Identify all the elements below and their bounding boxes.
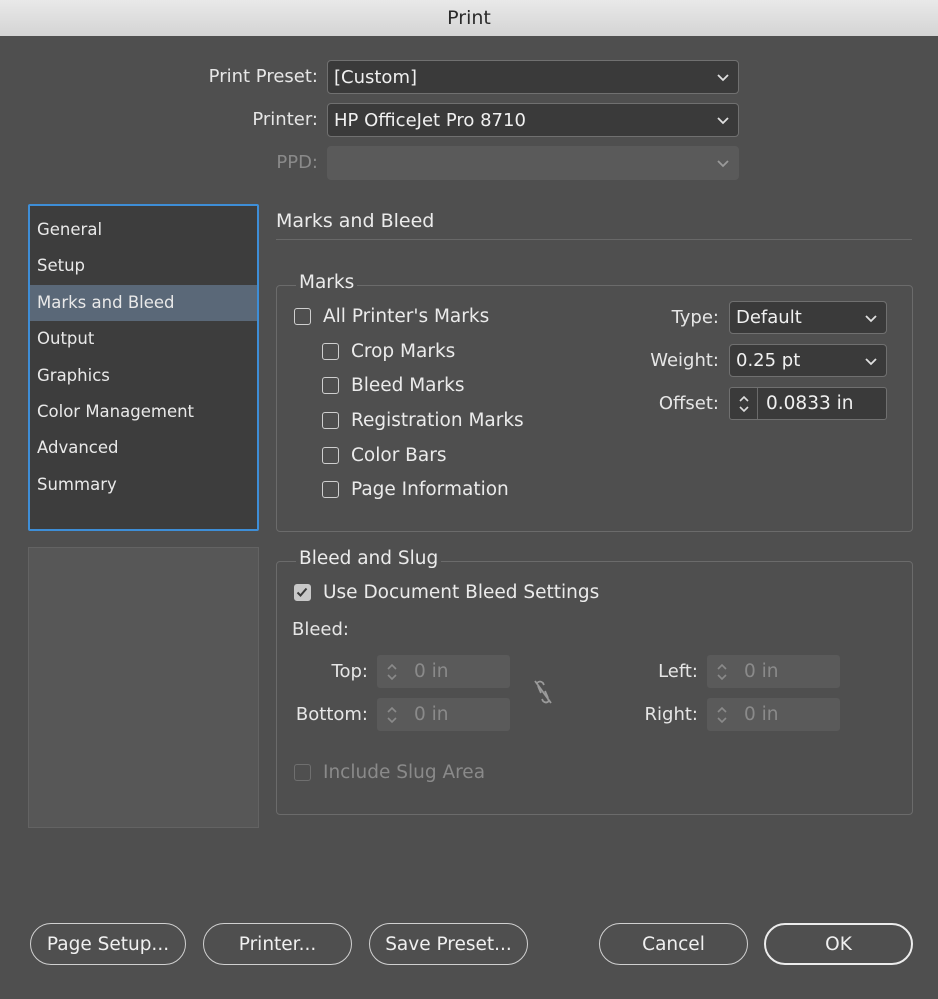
- page-setup-button[interactable]: Page Setup...: [30, 923, 186, 965]
- bottom-bleed-value: 0 in: [414, 704, 449, 725]
- printer-label: Printer:: [252, 109, 318, 130]
- sidebar-item-graphics[interactable]: Graphics: [30, 358, 257, 394]
- ppd-select: [327, 146, 739, 180]
- category-list: General Setup Marks and Bleed Output Gra…: [28, 204, 259, 531]
- checkbox-box: [294, 764, 311, 781]
- ok-button[interactable]: OK: [764, 923, 913, 965]
- right-bleed-value: 0 in: [744, 704, 779, 725]
- checkbox-box: [322, 343, 339, 360]
- bottom-bleed-stepper: 0 in: [377, 698, 510, 731]
- checkmark-icon: [296, 587, 308, 597]
- chevron-down-icon: [865, 314, 877, 322]
- sidebar-item-advanced[interactable]: Advanced: [30, 430, 257, 466]
- offset-value: 0.0833 in: [766, 393, 854, 414]
- marks-group-title: Marks: [296, 272, 358, 293]
- broken-link-icon: [534, 680, 552, 704]
- top-bleed-stepper: 0 in: [377, 655, 510, 688]
- title-bar: Print: [0, 0, 938, 37]
- bleed-label: Bleed:: [292, 619, 349, 640]
- print-preset-select[interactable]: [Custom]: [327, 60, 739, 94]
- type-value: Default: [736, 307, 802, 328]
- sidebar-item-summary[interactable]: Summary: [30, 467, 257, 503]
- checkbox-box: [294, 308, 311, 325]
- crop-marks-checkbox[interactable]: Crop Marks: [322, 341, 455, 362]
- save-preset-button[interactable]: Save Preset...: [369, 923, 528, 965]
- include-slug-label: Include Slug Area: [323, 762, 486, 783]
- left-bleed-value: 0 in: [744, 661, 779, 682]
- page-preview: [28, 547, 259, 828]
- chevron-down-icon: [717, 74, 729, 82]
- printer-select[interactable]: HP OfficeJet Pro 8710: [327, 103, 739, 137]
- all-printers-marks-checkbox[interactable]: All Printer's Marks: [294, 306, 489, 327]
- up-down-arrows-icon: [708, 699, 736, 730]
- crop-marks-label: Crop Marks: [351, 341, 456, 362]
- top-bleed-value: 0 in: [414, 661, 449, 682]
- panel-title: Marks and Bleed: [276, 210, 435, 232]
- checkbox-box: [322, 412, 339, 429]
- type-select[interactable]: Default: [729, 301, 887, 334]
- registration-marks-label: Registration Marks: [351, 410, 524, 431]
- print-preset-label: Print Preset:: [208, 66, 318, 87]
- weight-select[interactable]: 0.25 pt: [729, 344, 887, 377]
- use-document-bleed-label: Use Document Bleed Settings: [323, 582, 600, 603]
- include-slug-checkbox: Include Slug Area: [294, 762, 485, 783]
- weight-value: 0.25 pt: [736, 350, 801, 371]
- weight-label: Weight:: [650, 350, 719, 371]
- checkbox-box: [294, 584, 311, 601]
- left-bleed-stepper: 0 in: [707, 655, 840, 688]
- page-information-checkbox[interactable]: Page Information: [322, 479, 509, 500]
- color-bars-checkbox[interactable]: Color Bars: [322, 445, 446, 466]
- sidebar-item-color-management[interactable]: Color Management: [30, 394, 257, 430]
- top-label: Top:: [331, 661, 368, 682]
- chevron-down-icon: [865, 357, 877, 365]
- printer-button[interactable]: Printer...: [203, 923, 352, 965]
- bleed-marks-label: Bleed Marks: [351, 375, 465, 396]
- bleed-marks-checkbox[interactable]: Bleed Marks: [322, 375, 464, 396]
- right-bleed-stepper: 0 in: [707, 698, 840, 731]
- all-printers-marks-label: All Printer's Marks: [323, 306, 490, 327]
- bottom-label: Bottom:: [295, 704, 368, 725]
- color-bars-label: Color Bars: [351, 445, 447, 466]
- offset-stepper[interactable]: 0.0833 in: [729, 387, 887, 420]
- print-dialog: Print Preset: [Custom] Printer: HP Offic…: [0, 36, 938, 999]
- chevron-down-icon: [717, 117, 729, 125]
- type-label: Type:: [671, 307, 719, 328]
- offset-label: Offset:: [658, 393, 719, 414]
- print-preset-value: [Custom]: [334, 66, 418, 88]
- up-down-arrows-icon[interactable]: [730, 388, 758, 419]
- checkbox-box: [322, 447, 339, 464]
- cancel-button[interactable]: Cancel: [599, 923, 748, 965]
- up-down-arrows-icon: [708, 656, 736, 687]
- left-label: Left:: [658, 661, 698, 682]
- bleed-slug-group-title: Bleed and Slug: [296, 548, 442, 569]
- page-information-label: Page Information: [351, 479, 509, 500]
- chevron-down-icon: [717, 160, 729, 168]
- printer-value: HP OfficeJet Pro 8710: [334, 109, 526, 131]
- up-down-arrows-icon: [378, 656, 406, 687]
- sidebar-item-setup[interactable]: Setup: [30, 248, 257, 284]
- checkbox-box: [322, 377, 339, 394]
- panel-divider: [276, 239, 912, 240]
- sidebar-item-general[interactable]: General: [30, 212, 257, 248]
- up-down-arrows-icon: [378, 699, 406, 730]
- registration-marks-checkbox[interactable]: Registration Marks: [322, 410, 524, 431]
- right-label: Right:: [644, 704, 698, 725]
- ppd-label: PPD:: [276, 152, 318, 173]
- window-title: Print: [447, 7, 491, 29]
- sidebar-item-output[interactable]: Output: [30, 321, 257, 357]
- checkbox-box: [322, 481, 339, 498]
- sidebar-item-marks-and-bleed[interactable]: Marks and Bleed: [30, 284, 257, 322]
- use-document-bleed-checkbox[interactable]: Use Document Bleed Settings: [294, 582, 599, 603]
